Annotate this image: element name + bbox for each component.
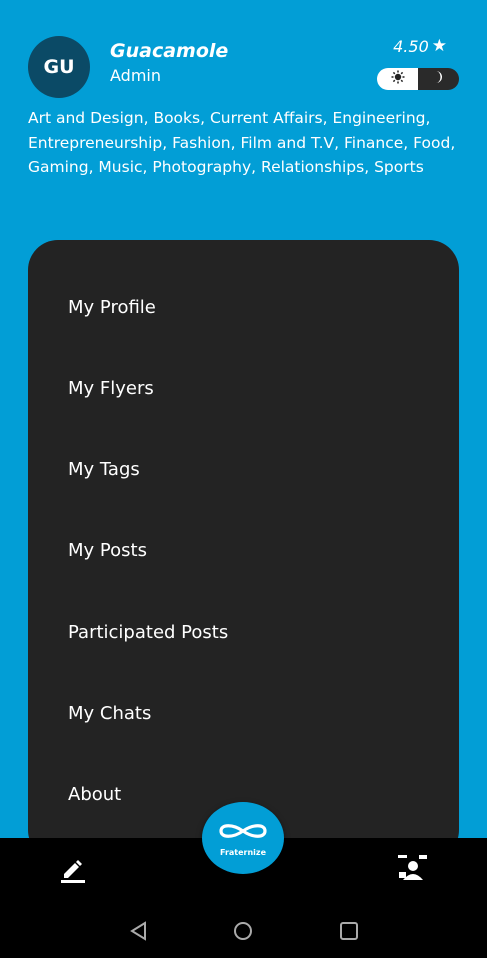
user-role: Admin — [110, 66, 161, 85]
interests-list: Art and Design, Books, Current Affairs, … — [28, 109, 456, 176]
recents-icon[interactable] — [338, 920, 360, 946]
back-icon[interactable] — [128, 920, 150, 946]
profile-icon[interactable] — [396, 852, 430, 886]
menu-item-participated-posts[interactable]: Participated Posts — [68, 622, 228, 643]
user-name: Guacamole — [110, 40, 229, 62]
fraternize-button[interactable]: Fraternize — [202, 802, 284, 874]
menu-item-about[interactable]: About — [68, 784, 121, 805]
menu-panel: My Profile My Flyers My Tags My Posts Pa… — [28, 240, 459, 860]
avatar[interactable]: GU — [28, 36, 90, 98]
dark-mode-button[interactable] — [418, 68, 459, 90]
menu-item-my-profile[interactable]: My Profile — [68, 297, 156, 318]
star-icon: ★ — [431, 36, 447, 56]
menu-item-my-flyers[interactable]: My Flyers — [68, 378, 154, 399]
menu-item-my-chats[interactable]: My Chats — [68, 703, 151, 724]
home-icon[interactable] — [232, 920, 254, 946]
menu-item-my-posts[interactable]: My Posts — [68, 540, 147, 561]
rating-value: 4.50 — [393, 36, 429, 56]
edit-icon[interactable] — [58, 855, 88, 885]
moon-icon — [433, 70, 445, 88]
theme-toggle[interactable] — [377, 68, 459, 90]
user-rating: 4.50 ★ — [393, 36, 447, 56]
fab-label: Fraternize — [219, 847, 266, 857]
menu-item-my-tags[interactable]: My Tags — [68, 459, 140, 480]
light-mode-button[interactable] — [377, 68, 418, 90]
infinity-logo-icon — [215, 820, 271, 846]
sun-icon — [391, 70, 405, 88]
